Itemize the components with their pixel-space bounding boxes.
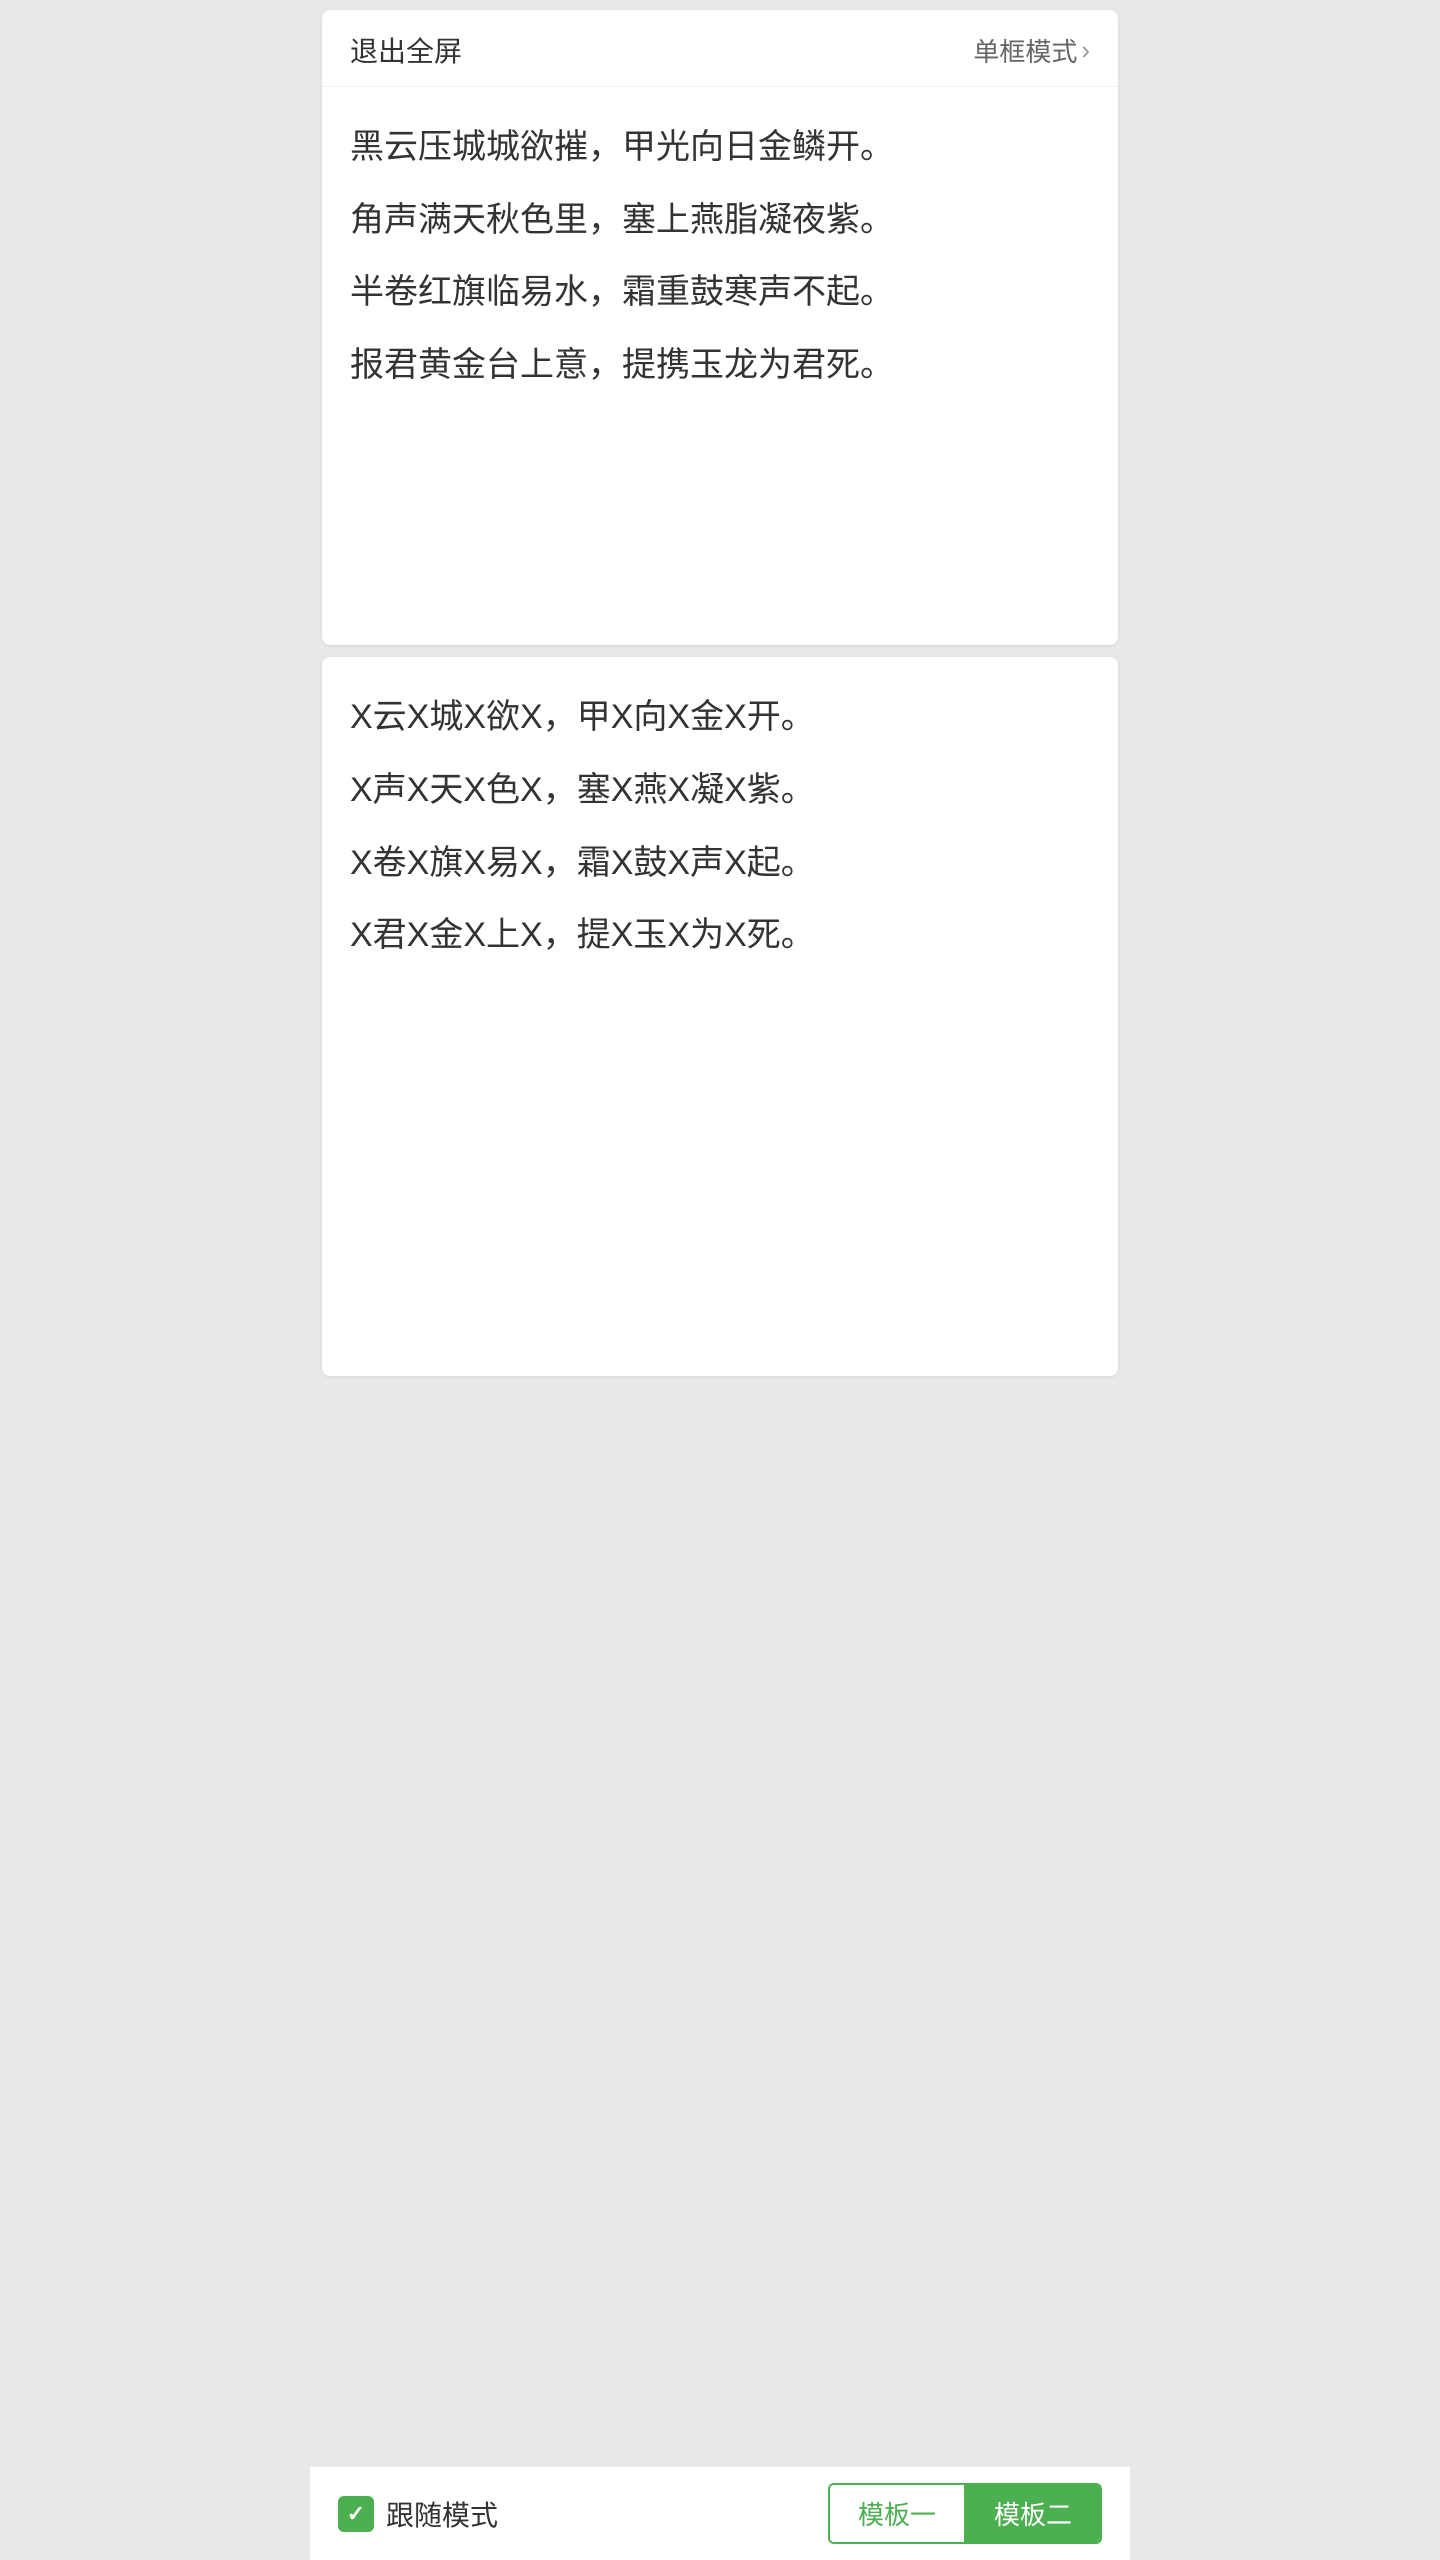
follow-mode-label: 跟随模式 xyxy=(386,2494,498,2534)
poem-spacer xyxy=(350,405,1090,605)
template-button-group: 模板一 模板二 xyxy=(828,2483,1102,2544)
exit-fullscreen-button[interactable]: 退出全屏 xyxy=(350,30,462,70)
masked-spacer xyxy=(350,976,1090,1276)
follow-mode-toggle[interactable]: 跟随模式 xyxy=(338,2494,498,2534)
poem-line-2: 角声满天秋色里，塞上燕脂凝夜紫。 xyxy=(350,188,1090,253)
template-one-button[interactable]: 模板一 xyxy=(830,2485,964,2542)
poem-line-4: 报君黄金台上意，提携玉龙为君死。 xyxy=(350,333,1090,398)
masked-poem-line-3: X卷X旗X易X，霜X鼓X声X起。 xyxy=(350,831,1090,896)
masked-poem-line-4: X君X金X上X，提X玉X为X死。 xyxy=(350,903,1090,968)
top-card: 退出全屏 单框模式 › 黑云压城城欲摧，甲光向日金鳞开。 角声满天秋色里，塞上燕… xyxy=(322,10,1118,645)
poem-line-1: 黑云压城城欲摧，甲光向日金鳞开。 xyxy=(350,115,1090,180)
bottom-card: X云X城X欲X，甲X向X金X开。 X声X天X色X，塞X燕X凝X紫。 X卷X旗X易… xyxy=(322,657,1118,1375)
top-card-header: 退出全屏 单框模式 › xyxy=(322,10,1118,87)
poem-content: 黑云压城城欲摧，甲光向日金鳞开。 角声满天秋色里，塞上燕脂凝夜紫。 半卷红旗临易… xyxy=(322,87,1118,645)
chevron-right-icon: › xyxy=(1081,35,1090,66)
template-two-button[interactable]: 模板二 xyxy=(966,2485,1100,2542)
single-frame-label: 单框模式 xyxy=(973,32,1077,69)
single-frame-mode-button[interactable]: 单框模式 › xyxy=(973,32,1090,69)
follow-mode-checkbox[interactable] xyxy=(338,2496,374,2532)
masked-poem-line-1: X云X城X欲X，甲X向X金X开。 xyxy=(350,685,1090,750)
app-container: 退出全屏 单框模式 › 黑云压城城欲摧，甲光向日金鳞开。 角声满天秋色里，塞上燕… xyxy=(310,0,1130,2560)
bottom-bar: 跟随模式 模板一 模板二 xyxy=(310,2466,1130,2560)
masked-poem-line-2: X声X天X色X，塞X燕X凝X紫。 xyxy=(350,758,1090,823)
poem-line-3: 半卷红旗临易水，霜重鼓寒声不起。 xyxy=(350,260,1090,325)
